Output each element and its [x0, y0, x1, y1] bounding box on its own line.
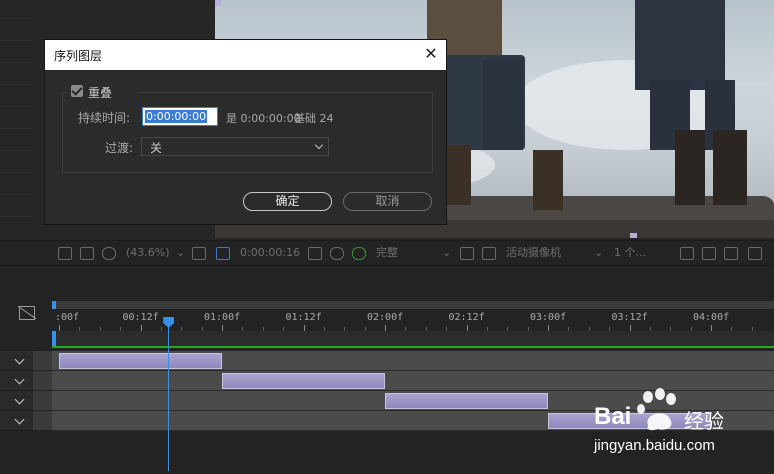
- mask-icon[interactable]: [102, 247, 116, 260]
- channel-icon[interactable]: [352, 247, 366, 260]
- comp-flowchart-icon[interactable]: [17, 305, 37, 320]
- layer-switch-cell[interactable]: [33, 371, 52, 391]
- layer-bar[interactable]: [59, 353, 222, 369]
- ruler-label: 03:12f: [611, 312, 648, 323]
- resolution-dropdown-icon[interactable]: ⌄: [442, 245, 451, 261]
- layer-switch-cell[interactable]: [33, 351, 52, 371]
- cancel-button[interactable]: 取消: [343, 192, 432, 211]
- close-icon[interactable]: ✕: [423, 46, 439, 62]
- work-area-line: [52, 346, 774, 348]
- expand-chevron-icon[interactable]: [14, 394, 25, 405]
- layer-switch-cell[interactable]: [33, 411, 52, 431]
- layer-header[interactable]: [0, 371, 33, 391]
- ok-button[interactable]: 确定: [243, 192, 332, 211]
- layer-switch-cell[interactable]: [33, 391, 52, 411]
- layer-header[interactable]: [0, 411, 33, 431]
- left-panel: [0, 0, 34, 262]
- expand-chevron-icon[interactable]: [14, 414, 25, 425]
- layer-bar[interactable]: [222, 373, 385, 389]
- sequence-layers-dialog: 序列图层 ✕ 重叠 持续时间: 0:00:00:00 是 0:00:00:00 …: [45, 40, 446, 224]
- dialog-title: 序列图层: [54, 49, 103, 63]
- time-ruler[interactable]: :00f 00:12f 01:00f 01:12f 02:00f 02:12f 03:00f…: [52, 309, 774, 331]
- layer-bar[interactable]: [385, 393, 548, 409]
- overlap-group: [62, 92, 433, 173]
- overlap-checkbox[interactable]: 重叠: [68, 83, 137, 101]
- time-navigator[interactable]: [52, 301, 774, 309]
- duration-base-text: 基础 24: [294, 112, 334, 125]
- timeline-icon[interactable]: [748, 247, 762, 260]
- duration-is-text: 是 0:00:00:00: [226, 112, 301, 125]
- zoom-level[interactable]: (43.6%): [126, 245, 170, 261]
- ruler-label: 02:00f: [367, 312, 404, 323]
- checkbox-checked-icon[interactable]: [71, 85, 83, 97]
- work-area-bar[interactable]: [52, 331, 774, 347]
- playhead-line: [168, 318, 170, 471]
- fast-preview-icon[interactable]: [724, 247, 738, 260]
- duration-field[interactable]: 0:00:00:00: [142, 107, 218, 126]
- viewer-toolbar: (43.6%) ⌄ 0:00:00:16 完整 ⌄ 活动摄像机 ⌄ 1 个...: [0, 240, 774, 265]
- grid-icon[interactable]: [192, 247, 206, 260]
- resolution-select[interactable]: 完整: [376, 245, 398, 261]
- ruler-label: 01:00f: [204, 312, 241, 323]
- watermark-brand: Bai: [594, 403, 632, 430]
- always-preview-icon[interactable]: [58, 247, 72, 260]
- camera-select[interactable]: 活动摄像机: [506, 245, 561, 261]
- layout-icon[interactable]: [680, 247, 694, 260]
- layer-header[interactable]: [0, 351, 33, 371]
- ruler-label: 00:12f: [122, 312, 159, 323]
- transition-select[interactable]: 关: [141, 137, 329, 156]
- watermark-url: jingyan.baidu.com: [594, 437, 715, 454]
- ruler-label: 02:12f: [448, 312, 485, 323]
- expand-chevron-icon[interactable]: [14, 354, 25, 365]
- views-select[interactable]: 1 个...: [614, 245, 646, 261]
- duration-value: 0:00:00:00: [145, 110, 208, 123]
- dialog-titlebar: 序列图层 ✕: [45, 40, 446, 70]
- ruler-label: 03:00f: [530, 312, 567, 323]
- timeline-header: [0, 265, 774, 302]
- monitor-icon[interactable]: [80, 247, 94, 260]
- ruler-label: 01:12f: [285, 312, 322, 323]
- camera-dropdown-icon[interactable]: ⌄: [594, 245, 603, 261]
- region-icon[interactable]: [216, 247, 230, 260]
- show-snapshot-icon[interactable]: [330, 247, 344, 260]
- ruler-label: 04:00f: [693, 312, 730, 323]
- overlap-label: 重叠: [88, 86, 113, 100]
- watermark-brand-suffix: 经验: [684, 409, 724, 433]
- transparency-grid-icon[interactable]: [482, 247, 496, 260]
- ruler-label: :00f: [55, 312, 80, 323]
- chevron-down-icon: [314, 140, 324, 150]
- reset-exposure-icon[interactable]: [702, 247, 716, 260]
- baidu-watermark: Bai 经验 jingyan.baidu.com: [590, 385, 774, 471]
- roi-icon[interactable]: [460, 247, 474, 260]
- viewer-timecode[interactable]: 0:00:00:16: [240, 245, 300, 261]
- zoom-dropdown-icon[interactable]: ⌄: [176, 245, 185, 261]
- snapshot-icon[interactable]: [308, 247, 322, 260]
- duration-label: 持续时间:: [78, 111, 131, 125]
- expand-chevron-icon[interactable]: [14, 374, 25, 385]
- layer-header[interactable]: [0, 391, 33, 411]
- transition-label: 过渡:: [105, 141, 134, 155]
- transition-value: 关: [150, 141, 163, 155]
